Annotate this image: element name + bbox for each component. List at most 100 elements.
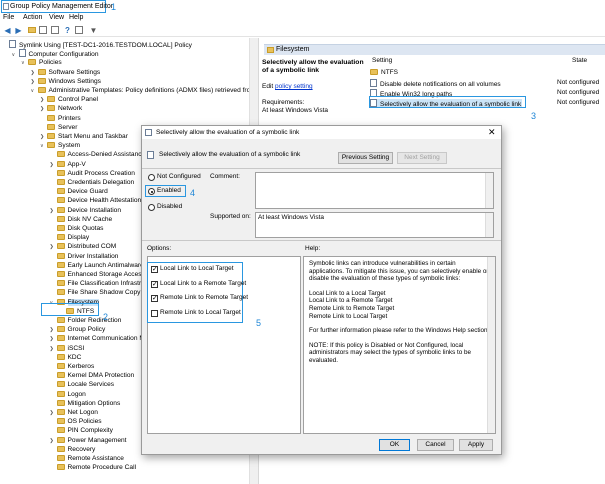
folder-icon	[56, 317, 65, 323]
back-arrow-icon[interactable]: ◀	[3, 26, 12, 35]
callout-1: 1	[111, 2, 117, 12]
tree-item[interactable]: Remote Assistance	[50, 454, 124, 463]
folder-icon	[56, 234, 65, 241]
filter-icon[interactable]: ▼	[89, 26, 98, 35]
tree-item[interactable]: Audit Process Creation	[50, 169, 135, 178]
expand-down-icon[interactable]: ∨	[40, 142, 47, 151]
tree-item[interactable]: Recovery	[50, 445, 95, 454]
tree-item[interactable]: ❯ iSCSI	[50, 344, 84, 353]
option-checkbox[interactable]	[151, 309, 158, 317]
tree-item[interactable]: ❯ Start Menu and Taskbar	[40, 132, 128, 141]
radio-disabled[interactable]	[148, 204, 155, 211]
tree-item[interactable]: ∨ System	[40, 141, 80, 150]
setting-name: NTFS	[381, 69, 398, 76]
tree-item[interactable]: Disk Quotas	[50, 224, 103, 233]
tree-item[interactable]: File Classification Infrastruct	[50, 279, 150, 288]
column-setting[interactable]: Setting	[372, 57, 392, 64]
comment-scrollbar[interactable]	[485, 173, 493, 208]
tree-item[interactable]: Server	[40, 123, 77, 132]
tree-item[interactable]: Device Health Attestation Se	[50, 196, 151, 205]
setting-row[interactable]: NTFS	[370, 69, 398, 78]
tree-item[interactable]: ❯ Control Panel	[40, 95, 98, 104]
close-icon[interactable]: ✕	[488, 127, 496, 138]
callout-box-filesystem	[41, 303, 99, 316]
tree-item[interactable]: ❯ Internet Communication M	[50, 334, 145, 343]
menu-help[interactable]: Help	[69, 14, 83, 21]
tree-item[interactable]: ∨ Policies	[21, 58, 62, 67]
setting-row[interactable]: Disable delete notifications on all volu…	[370, 79, 501, 88]
tree-item[interactable]: Early Launch Antimalware	[50, 261, 144, 270]
console-tree-icon[interactable]	[39, 26, 47, 34]
tree-item-label: Logon	[67, 390, 86, 398]
expand-down-icon[interactable]: ∨	[21, 59, 28, 68]
tree-item[interactable]: OS Policies	[50, 417, 102, 426]
expand-down-icon[interactable]: ∨	[31, 87, 38, 96]
ok-button[interactable]: OK	[379, 439, 410, 451]
tree-item[interactable]: ❯ App-V	[50, 160, 86, 169]
tree-item[interactable]: ❯ Software Settings	[31, 68, 100, 77]
tree-item[interactable]: PIN Complexity	[50, 426, 113, 435]
option-checkbox[interactable]: ✓	[151, 295, 158, 302]
radio-enabled[interactable]	[148, 188, 155, 195]
forward-arrow-icon[interactable]: ▶	[14, 26, 23, 35]
tree-item[interactable]: ❯ Distributed COM	[50, 242, 116, 251]
tree-item[interactable]: ❯ Device Installation	[50, 206, 121, 215]
next-setting-button[interactable]: Next Setting	[397, 152, 447, 164]
tree-item[interactable]: Credentials Delegation	[50, 178, 134, 187]
tree-item[interactable]: Printers	[40, 114, 81, 123]
tree-item[interactable]: Display	[50, 233, 89, 242]
menu-file[interactable]: File	[3, 14, 14, 21]
option-checkbox[interactable]: ✓	[151, 280, 158, 288]
supported-scrollbar[interactable]	[485, 213, 493, 237]
tree-item[interactable]: ❯ Network	[40, 104, 82, 113]
option-label: Local Link to Local Target	[160, 265, 234, 272]
tree-item[interactable]: Symlink Using [TEST-DC1-2016.TESTDOM.LOC…	[2, 40, 192, 49]
tree-item[interactable]: Enhanced Storage Access	[50, 270, 145, 279]
tree-item-label: Kernel DMA Protection	[67, 372, 135, 380]
folder-up-icon[interactable]	[27, 26, 36, 35]
edit-policy-link[interactable]: policy setting	[275, 83, 313, 90]
tree-item[interactable]: KDC	[50, 353, 81, 362]
folder-icon	[47, 123, 55, 130]
export-list-icon[interactable]	[51, 26, 59, 34]
tree-item[interactable]: ❯ Net Logon	[50, 408, 98, 417]
tree-item-label: Computer Configuration	[28, 51, 99, 59]
tree-item[interactable]: Folder Redirection	[50, 316, 121, 325]
expand-down-icon[interactable]: ∨	[12, 51, 19, 60]
tree-item-label: Control Panel	[58, 96, 98, 104]
previous-setting-button[interactable]: Previous Setting	[338, 152, 393, 164]
tree-item[interactable]: Locale Services	[50, 380, 114, 389]
tree-item[interactable]: Remote Procedure Call	[50, 463, 136, 472]
folder-icon	[56, 215, 65, 222]
comment-textbox[interactable]	[255, 172, 494, 209]
properties-icon[interactable]	[75, 26, 83, 34]
menu-action[interactable]: Action	[23, 14, 42, 21]
tree-item[interactable]: ❯ Group Policy	[50, 325, 105, 334]
menu-view[interactable]: View	[49, 14, 64, 21]
tree-item[interactable]: Logon	[50, 390, 86, 399]
tree-item[interactable]: Disk NV Cache	[50, 215, 112, 224]
tree-item[interactable]: Driver Installation	[50, 252, 118, 261]
radio-not-configured[interactable]	[148, 174, 155, 181]
tree-item[interactable]: ❯ Windows Settings	[31, 77, 101, 86]
help-icon[interactable]: ?	[63, 26, 72, 35]
tree-item-label: Symlink Using [TEST-DC1-2016.TESTDOM.LOC…	[19, 42, 192, 49]
tree-item[interactable]: Kernel DMA Protection	[50, 371, 135, 380]
tree-item[interactable]: File Share Shadow Copy Pro	[50, 288, 153, 297]
folder-icon	[47, 133, 55, 139]
tree-item[interactable]: Mitigation Options	[50, 399, 120, 408]
tree-item[interactable]: Access-Denied Assistance	[50, 150, 145, 159]
apply-button[interactable]: Apply	[459, 439, 493, 451]
tree-item-label: Printers	[58, 114, 81, 122]
cancel-button[interactable]: Cancel	[417, 439, 454, 451]
tree-item[interactable]: ∨ Computer Configuration	[12, 49, 99, 58]
callout-5: 5	[256, 318, 262, 328]
tree-item[interactable]: Kerberos	[50, 362, 94, 371]
help-paragraph: Local Link to a Local Target Local Link …	[309, 289, 395, 320]
help-scrollbar[interactable]	[487, 257, 495, 433]
tree-item[interactable]: Device Guard	[50, 187, 108, 196]
option-checkbox[interactable]: ✓	[151, 266, 158, 273]
column-state[interactable]: State	[572, 57, 587, 64]
tree-item[interactable]: ❯ Power Management	[50, 436, 127, 445]
tree-item[interactable]: ∨ Administrative Templates: Policy defini…	[31, 86, 258, 96]
